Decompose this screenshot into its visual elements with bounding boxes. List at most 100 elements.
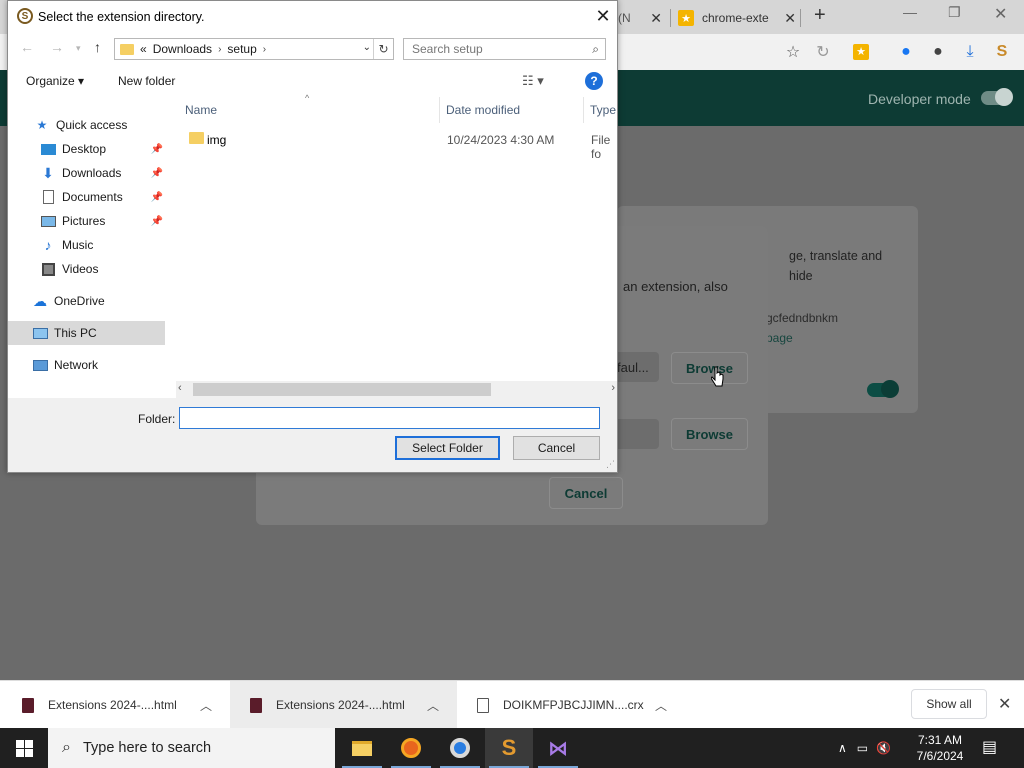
refresh-icon[interactable]: ↻ [373, 39, 393, 59]
column-type[interactable]: Type [590, 103, 616, 117]
tab-separator [800, 9, 801, 27]
nav-item-network[interactable]: Network [8, 353, 165, 377]
nav-item-videos[interactable]: Videos [8, 257, 165, 281]
scroll-left-icon[interactable]: ‹ [178, 382, 182, 394]
chevron-up-icon[interactable]: ︿ [655, 697, 667, 714]
messenger-icon[interactable]: ● [896, 42, 916, 62]
s-app[interactable]: S [485, 728, 533, 768]
tab-separator [670, 9, 671, 27]
network-status-icon[interactable]: ▭ [857, 741, 868, 755]
nav-item-this-pc[interactable]: This PC [8, 321, 165, 345]
cancel-button[interactable]: Cancel [513, 436, 600, 460]
sync-icon[interactable]: ↻ [813, 42, 833, 62]
dialog-footer: Folder: Select Folder Cancel ⋰ [8, 398, 617, 472]
nav-item-onedrive[interactable]: ☁ OneDrive [8, 289, 165, 313]
breadcrumb-downloads[interactable]: Downloads [153, 42, 212, 56]
command-bar: Organize ▾ New folder ☷ ▾ ? [8, 67, 617, 95]
visual-studio-app[interactable]: ⋈ [534, 728, 582, 768]
pin-icon[interactable]: 📌 [151, 144, 163, 155]
chevron-down-icon[interactable]: ⌄ [363, 42, 371, 53]
new-tab-button[interactable]: + [814, 4, 826, 27]
file-name: img [207, 133, 227, 147]
star-icon: ★ [36, 118, 48, 132]
up-arrow-icon[interactable]: ↑ [94, 39, 101, 55]
taskbar-search-box[interactable]: ⌕ Type here to search [48, 728, 335, 768]
chevron-right-icon: › [218, 43, 222, 55]
taskbar-clock[interactable]: 7:31 AM 7/6/2024 [910, 732, 970, 764]
pin-icon[interactable]: 📌 [151, 216, 163, 227]
download-icon[interactable]: ⤓ [960, 42, 980, 62]
file-type: File fo [591, 133, 611, 161]
back-arrow-icon[interactable]: ← [20, 39, 34, 55]
address-bar[interactable]: « Downloads › setup › ⌄ ↻ [114, 38, 394, 60]
private-key-field[interactable] [617, 419, 659, 449]
nav-item-documents[interactable]: Documents 📌 [8, 185, 165, 209]
download-item[interactable]: DOIKMFPJBCJJIMN....crx ︿ [457, 681, 685, 729]
search-input[interactable]: Search setup ⌕ [403, 38, 606, 60]
pack-cancel-button[interactable]: Cancel [549, 477, 623, 509]
nav-item-desktop[interactable]: Desktop 📌 [8, 137, 165, 161]
download-item[interactable]: Extensions 2024-....html ︿ [0, 681, 230, 729]
profile-icon[interactable]: ● [928, 42, 948, 62]
recent-chevron-icon[interactable]: ▾ [76, 43, 81, 54]
notification-icon[interactable]: ▤ [982, 737, 997, 757]
dialog-title: Select the extension directory. [38, 10, 205, 24]
bookmark-star-icon[interactable]: ☆ [783, 42, 803, 62]
developer-mode-toggle[interactable] [981, 88, 1013, 106]
select-folder-dialog: S Select the extension directory. ✕ ← → … [7, 0, 618, 473]
chevron-up-icon[interactable]: ︿ [200, 697, 212, 714]
chevron-up-icon[interactable]: ︿ [427, 697, 439, 714]
s-extension-icon[interactable]: S [992, 42, 1012, 62]
restore-button[interactable]: ❐ [948, 4, 961, 21]
start-button[interactable] [0, 728, 48, 768]
show-all-button[interactable]: Show all [911, 689, 987, 719]
resize-grip-icon[interactable]: ⋰ [606, 459, 615, 470]
mouse-cursor-icon [711, 366, 724, 387]
crx-file-icon [477, 697, 489, 713]
window-close-button[interactable]: ✕ [994, 4, 1007, 24]
firefox-app[interactable] [387, 728, 435, 768]
new-folder-button[interactable]: New folder [118, 74, 175, 88]
tab-chrome-extensions[interactable]: ★ chrome-exte ✕ [678, 4, 796, 32]
shelf-close-button[interactable]: ✕ [998, 694, 1011, 714]
column-date-modified[interactable]: Date modified [446, 103, 520, 117]
minimize-button[interactable]: — [903, 4, 917, 20]
view-options-icon[interactable]: ☷ ▾ [522, 73, 544, 89]
nav-item-quick-access[interactable]: ★ Quick access [8, 113, 165, 137]
download-item[interactable]: Extensions 2024-....html ︿ [230, 681, 457, 729]
extension-enable-toggle[interactable] [867, 380, 899, 398]
pin-icon[interactable]: 📌 [151, 192, 163, 203]
column-separator[interactable] [439, 97, 440, 123]
volume-muted-icon[interactable]: 🔇 [876, 741, 891, 755]
nav-item-pictures[interactable]: Pictures 📌 [8, 209, 165, 233]
select-folder-button[interactable]: Select Folder [395, 436, 500, 460]
help-button[interactable]: ? [585, 72, 603, 90]
forward-arrow-icon[interactable]: → [50, 39, 64, 55]
nav-item-downloads[interactable]: ⬇ Downloads 📌 [8, 161, 165, 185]
chrome-app[interactable] [436, 728, 484, 768]
column-name[interactable]: Name [185, 103, 217, 117]
nav-item-music[interactable]: ♪ Music [8, 233, 165, 257]
tab-close-icon[interactable]: ✕ [650, 10, 662, 27]
scroll-right-icon[interactable]: › [611, 382, 615, 394]
file-list: ^ Name Date modified Type img 10/24/2023… [183, 93, 617, 381]
tray-chevron-up-icon[interactable]: ∧ [838, 741, 847, 755]
file-row-img[interactable]: img 10/24/2023 4:30 AM File fo [183, 127, 617, 161]
windows-logo-icon [15, 739, 33, 757]
column-separator[interactable] [583, 97, 584, 123]
extension-link[interactable]: page [766, 331, 793, 345]
tab-close-icon[interactable]: ✕ [784, 10, 796, 27]
breadcrumb-setup[interactable]: setup [227, 42, 256, 56]
browse-root-button[interactable]: Browse [671, 352, 748, 384]
tab-partial[interactable]: (N ✕ [618, 4, 662, 32]
browse-key-button[interactable]: Browse [671, 418, 748, 450]
folder-input[interactable] [179, 407, 600, 429]
file-explorer-app[interactable] [338, 728, 386, 768]
scrollbar-thumb[interactable] [193, 383, 491, 396]
extension-root-field[interactable]: faul... [617, 352, 659, 382]
organize-button[interactable]: Organize ▾ [26, 74, 84, 88]
pin-icon[interactable]: 📌 [151, 168, 163, 179]
extension-icon[interactable]: ★ [851, 42, 871, 62]
horizontal-scrollbar[interactable]: ‹ › [176, 381, 617, 398]
dialog-close-button[interactable]: ✕ [592, 5, 614, 27]
